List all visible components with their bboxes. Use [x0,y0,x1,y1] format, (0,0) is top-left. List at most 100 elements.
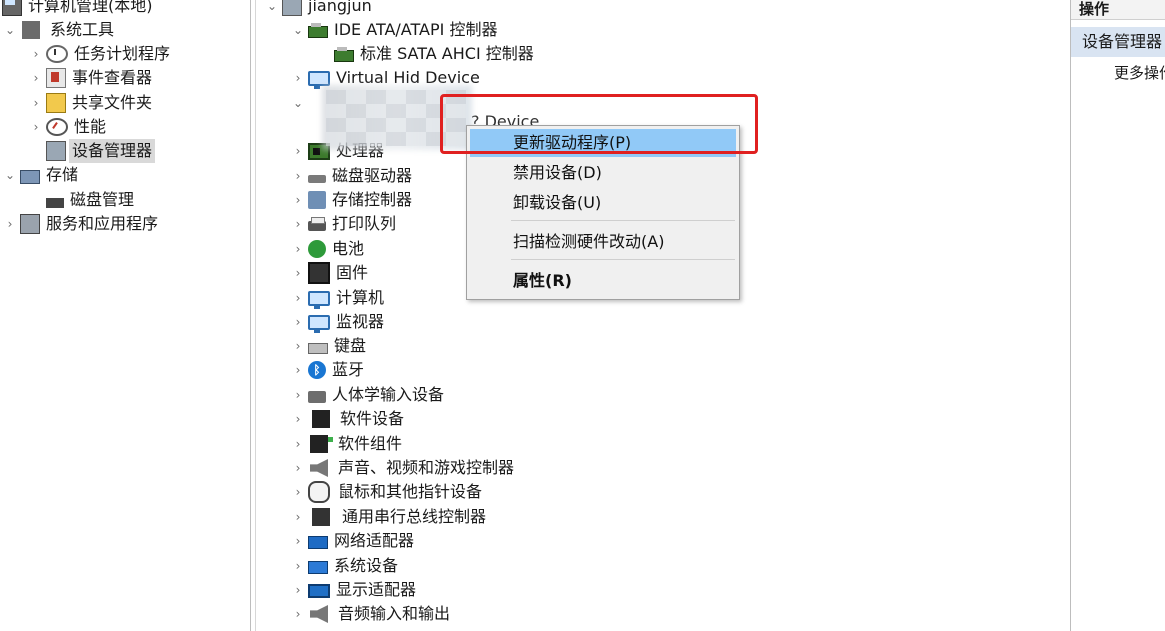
chevron-right-icon[interactable]: › [292,602,304,626]
annotation-highlight-box [440,94,758,154]
chevron-right-icon[interactable]: › [292,578,304,602]
chevron-right-icon[interactable]: › [30,66,42,90]
event-viewer-icon [46,68,66,88]
console-tree-pane: 计算机管理(本地) ⌄ 系统工具 › 任务计划程序 › 事件查看器 › 共享文件… [0,0,250,631]
tree-item-category[interactable]: › 固件 [292,261,368,285]
tree-label: 计算机管理(本地) [28,0,153,15]
chevron-down-icon[interactable]: ⌄ [292,18,304,42]
tree-label: 系统设备 [334,556,399,575]
chevron-right-icon[interactable]: › [292,188,304,212]
tree-label: 存储控制器 [332,190,413,209]
tree-label: 键盘 [334,336,367,355]
tree-item-category[interactable]: › 音频输入和输出 [292,602,450,626]
chevron-right-icon[interactable]: › [292,456,304,480]
tree-label: 磁盘驱动器 [332,166,413,185]
tree-label: 网络适配器 [334,531,415,550]
chevron-right-icon[interactable]: › [292,554,304,578]
tree-item-category[interactable]: › 磁盘驱动器 [292,164,412,188]
more-actions-link[interactable]: 更多操作 [1114,63,1165,83]
menu-item-disable-device[interactable]: 禁用设备(D) [470,159,736,187]
chevron-down-icon[interactable]: ⌄ [4,18,16,42]
menu-separator [511,220,735,221]
tree-label: 固件 [336,263,369,282]
menu-item-uninstall-device[interactable]: 卸载设备(U) [470,189,736,217]
tree-item-category[interactable]: › 人体学输入设备 [292,383,444,407]
monitor-icon [308,71,330,89]
storage-icon [20,169,40,184]
tree-item-system-tools[interactable]: ⌄ 系统工具 [4,18,114,42]
chevron-right-icon[interactable]: › [4,212,16,236]
chevron-right-icon[interactable]: › [292,334,304,358]
display-adapter-icon [308,584,330,598]
tree-label: 监视器 [336,312,385,331]
chevron-right-icon[interactable]: › [292,407,304,431]
chevron-right-icon[interactable]: › [292,358,304,382]
tree-item-event-viewer[interactable]: › 事件查看器 [30,66,152,90]
chevron-right-icon[interactable]: › [292,310,304,334]
tree-item-disk-management[interactable]: 磁盘管理 [42,188,134,212]
chevron-right-icon[interactable]: › [292,505,304,529]
chevron-down-icon[interactable]: ⌄ [266,0,278,18]
menu-item-scan-hardware[interactable]: 扫描检测硬件改动(A) [470,228,736,256]
tree-item-category[interactable]: › 软件设备 [292,407,404,431]
chevron-right-icon[interactable]: › [292,66,304,90]
chevron-down-icon[interactable]: ⌄ [292,91,304,115]
chevron-right-icon[interactable]: › [292,212,304,236]
chevron-right-icon[interactable]: › [292,261,304,285]
tree-item-category[interactable]: › 显示适配器 [292,578,416,602]
monitor-icon [308,315,330,333]
tree-item-services-apps[interactable]: › 服务和应用程序 [4,212,158,236]
tree-item-category[interactable]: › 系统设备 [292,554,398,578]
tree-item-category[interactable]: › 打印队列 [292,212,396,236]
ide-controller-icon [308,23,328,38]
tree-item-category[interactable]: › 键盘 [292,334,366,358]
tree-item-category[interactable]: › ᛒ 蓝牙 [292,358,364,382]
chevron-right-icon[interactable]: › [292,237,304,261]
tree-item-ide-controller[interactable]: ⌄ IDE ATA/ATAPI 控制器 [292,18,497,42]
tree-item-performance[interactable]: › 性能 [30,115,106,139]
chevron-right-icon[interactable]: › [30,42,42,66]
tree-label: IDE ATA/ATAPI 控制器 [334,20,498,39]
tree-item-storage[interactable]: ⌄ 存储 [4,163,78,187]
actions-section-title[interactable]: 设备管理器 [1071,27,1165,57]
tree-item-category[interactable]: › 监视器 [292,310,384,334]
tree-item-category[interactable]: › 软件组件 [292,432,402,456]
chevron-right-icon[interactable]: › [30,115,42,139]
actions-header: 操作 [1071,0,1165,20]
pane-splitter[interactable] [250,0,251,631]
tree-item-category[interactable]: › 计算机 [292,286,384,310]
chevron-right-icon[interactable]: › [292,286,304,310]
tree-item-device-manager[interactable]: 设备管理器 [42,139,156,163]
chevron-right-icon[interactable]: › [292,164,304,188]
tree-label: 通用串行总线控制器 [342,507,487,526]
chevron-right-icon[interactable]: › [30,91,42,115]
tree-item-shared-folders[interactable]: › 共享文件夹 [30,91,152,115]
tree-item-category[interactable]: › 存储控制器 [292,188,412,212]
tree-item-category[interactable]: › 网络适配器 [292,529,414,553]
storage-controller-icon [308,191,326,209]
services-icon [20,214,40,234]
chevron-right-icon[interactable]: › [292,139,304,163]
tree-item-task-scheduler[interactable]: › 任务计划程序 [30,42,170,66]
tree-label: 共享文件夹 [72,93,153,112]
menu-item-properties[interactable]: 属性(R) [470,267,736,295]
chevron-right-icon[interactable]: › [292,383,304,407]
chevron-right-icon[interactable]: › [292,529,304,553]
audio-icon [310,605,328,623]
tree-item-sata-controller[interactable]: 标准 SATA AHCI 控制器 [330,42,534,66]
tree-item-category[interactable]: › 通用串行总线控制器 [292,505,486,529]
tree-item-obscured-expander[interactable]: ⌄ [292,91,304,115]
tree-item-category[interactable]: › 电池 [292,237,364,261]
hid-icon [308,390,326,403]
tree-item-category[interactable]: › 鼠标和其他指针设备 [292,480,482,504]
tree-label-selected: 设备管理器 [69,139,156,163]
tree-label: 人体学输入设备 [332,385,445,404]
tree-label: 计算机 [336,288,385,307]
chevron-right-icon[interactable]: › [292,432,304,456]
tree-item-computer-management[interactable]: 计算机管理(本地) [0,0,153,18]
tree-item-category[interactable]: › 声音、视频和游戏控制器 [292,456,514,480]
tree-item-computer-root[interactable]: ⌄ jiangjun [266,0,372,18]
disk-drive-icon [308,174,326,183]
chevron-right-icon[interactable]: › [292,480,304,504]
chevron-down-icon[interactable]: ⌄ [4,163,16,187]
